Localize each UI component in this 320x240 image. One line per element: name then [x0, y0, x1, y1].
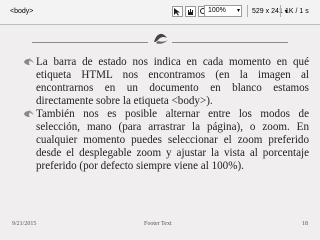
zoom-dropdown-arrow-icon: ▾	[236, 8, 240, 14]
status-divider	[247, 5, 248, 17]
status-divider	[280, 5, 281, 17]
bullet-item: También nos es posible alternar entre lo…	[23, 108, 309, 173]
footer-text: Footer Text	[144, 221, 172, 227]
hand-icon[interactable]	[185, 6, 196, 17]
footer: 9/21/2015 Footer Text 18	[0, 218, 320, 232]
footer-date: 9/21/2015	[12, 221, 37, 227]
bullet-item: La barra de estado nos indica en cada mo…	[23, 56, 309, 108]
window-size-value: 529 x 241	[252, 8, 283, 15]
status-bar: <body> 100% ▾ 529 x 241 ▾ 1K / 1 s	[0, 0, 320, 25]
bullet-icon	[24, 58, 34, 65]
slide: <body> 100% ▾ 529 x 241 ▾ 1K / 1 s La ba…	[0, 0, 320, 240]
bullet-icon	[24, 110, 34, 117]
slide-content: La barra de estado nos indica en cada mo…	[23, 56, 309, 173]
bullet-text: También nos es posible alternar entre lo…	[36, 108, 309, 172]
pointer-icon[interactable]	[172, 6, 183, 17]
tag-selector[interactable]: <body>	[10, 8, 33, 15]
page-number: 18	[302, 221, 308, 227]
ornament-left-line	[32, 42, 148, 43]
bullet-text: La barra de estado nos indica en cada mo…	[36, 56, 309, 107]
window-size[interactable]: 529 x 241 ▾	[252, 8, 288, 15]
zoom-dropdown[interactable]: 100% ▾	[204, 5, 242, 17]
ornament-icon	[154, 33, 168, 44]
ornament-right-line	[172, 42, 288, 43]
zoom-value: 100%	[208, 7, 226, 14]
download-size-rate: 1K / 1 s	[285, 8, 309, 15]
